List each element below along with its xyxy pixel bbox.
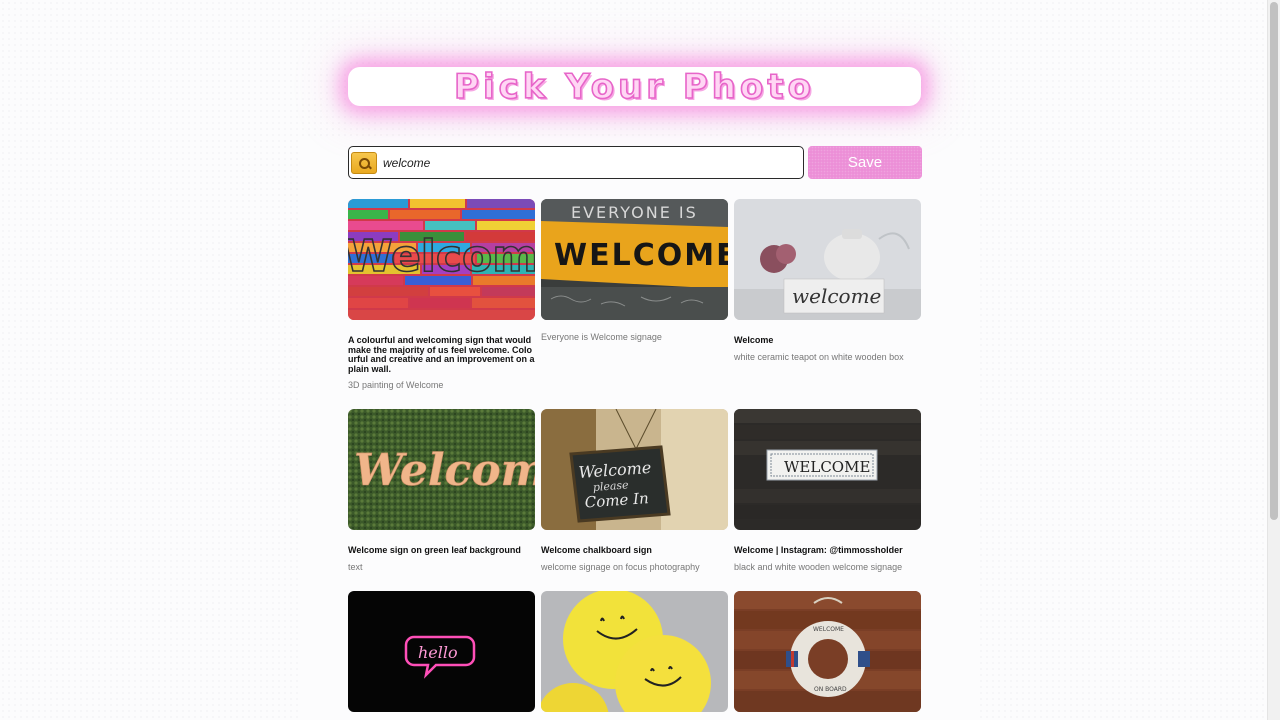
app-title: Pick Your Photo (453, 66, 815, 108)
photo-title: Welcome chalkboard sign (541, 545, 652, 555)
photo-thumbnail[interactable] (541, 591, 728, 712)
photo-description: white ceramic teapot on white wooden box (734, 351, 904, 362)
photo-thumbnail[interactable]: Welcome please Come In (541, 409, 728, 530)
photo-thumbnail[interactable]: WELCOME ON BOARD (734, 591, 921, 712)
svg-text:EVERYONE IS: EVERYONE IS (571, 203, 698, 222)
photo-description: Everyone is Welcome signage (541, 332, 662, 342)
photo-title: Welcome | Instagram: @timmossholder (734, 545, 903, 555)
search-bar: Save (348, 146, 922, 179)
svg-text:Welcome: Welcome (348, 231, 535, 282)
photo-card[interactable]: hello (348, 591, 535, 720)
svg-text:WELCOME: WELCOME (813, 626, 844, 633)
photo-title: Welcome (734, 335, 774, 345)
photo-card[interactable]: Welcome Welcome sign on green leaf backg… (348, 409, 535, 591)
photo-description: black and white wooden welcome signage (734, 561, 903, 572)
photo-thumbnail[interactable]: Welcome (348, 409, 535, 530)
page: Pick Your Photo Save Wel (0, 0, 1280, 720)
save-button[interactable]: Save (808, 146, 922, 179)
svg-text:hello: hello (418, 643, 458, 662)
search-icon[interactable] (351, 151, 377, 174)
photo-title: Welcome sign on green leaf background (348, 545, 521, 555)
scrollbar-thumb[interactable] (1270, 2, 1278, 520)
svg-text:WELCOME: WELCOME (554, 238, 728, 273)
photo-description: 3D painting of Welcome (348, 380, 444, 391)
photo-card[interactable]: EVERYONE IS WELCOME Everyone is Welcome … (541, 199, 728, 409)
photo-thumbnail[interactable]: hello (348, 591, 535, 712)
svg-text:WELCOME: WELCOME (784, 458, 870, 476)
search-box[interactable] (348, 146, 804, 179)
photo-description: text (348, 561, 363, 572)
photo-card[interactable]: Welcome please Come In Welcome chalkboar… (541, 409, 728, 591)
photo-title: A colourful and welcoming sign that woul… (348, 335, 535, 374)
search-input[interactable] (381, 154, 785, 171)
photo-description: welcome signage on focus photography (541, 561, 700, 572)
photo-thumbnail[interactable]: Welcome (348, 199, 535, 320)
photo-thumbnail[interactable]: welcome (734, 199, 921, 320)
svg-text:ON BOARD: ON BOARD (814, 686, 847, 693)
photo-card[interactable] (541, 591, 728, 720)
photo-card[interactable]: WELCOME Welcome | Instagram: @timmosshol… (734, 409, 921, 591)
svg-text:welcome: welcome (792, 284, 881, 308)
title-banner: Pick Your Photo (348, 66, 921, 108)
photo-card[interactable]: Welcome A colourful and welcoming sign t… (348, 199, 535, 409)
photo-card[interactable]: welcome Welcome white ceramic teapot on … (734, 199, 921, 409)
photo-thumbnail[interactable]: WELCOME (734, 409, 921, 530)
scrollbar[interactable] (1267, 0, 1280, 720)
photo-card[interactable]: WELCOME ON BOARD (734, 591, 921, 720)
photo-thumbnail[interactable]: EVERYONE IS WELCOME (541, 199, 728, 320)
svg-text:Welcome: Welcome (354, 445, 535, 496)
photo-grid: Welcome A colourful and welcoming sign t… (348, 199, 921, 720)
